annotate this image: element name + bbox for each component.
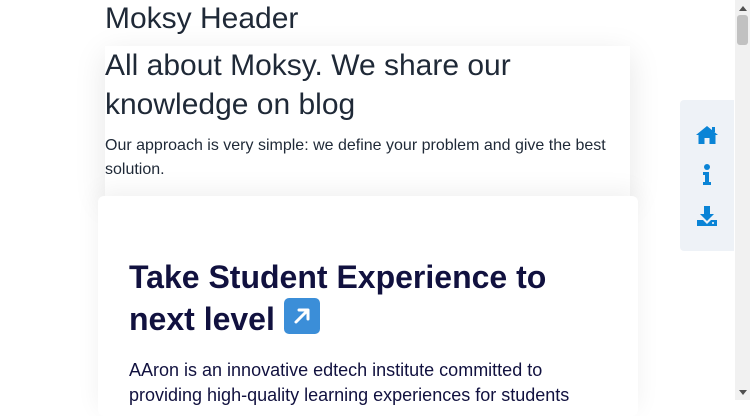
download-icon [697,206,717,226]
feature-heading: Take Student Experience to next level [129,256,599,340]
feature-card: Take Student Experience to next level AA… [98,196,638,416]
hero-heading: All about Moksy. We share our knowledge … [105,49,511,121]
scroll-up-arrow-icon [738,5,747,11]
page-scrollbar[interactable] [735,0,750,400]
scroll-down-arrow-icon [738,389,747,395]
hero-section: All about Moksy. We share our knowledge … [105,46,630,196]
scroll-down-button[interactable] [735,385,750,400]
hero-description: Our approach is very simple: we define y… [105,137,606,178]
arrow-up-right-icon [283,298,320,334]
feature-heading-text: Take Student Experience to next level [129,259,547,337]
info-nav-button[interactable] [694,162,720,188]
feature-body: AAron is an innovative edtech institute … [129,360,570,405]
site-header-title: Moksy Header [105,2,299,35]
download-nav-button[interactable] [694,203,720,229]
scroll-up-button[interactable] [735,0,750,15]
info-icon [703,164,711,185]
floating-side-nav [680,100,734,251]
home-nav-button[interactable] [694,122,720,148]
scroll-thumb[interactable] [737,15,748,45]
home-icon [696,126,718,144]
